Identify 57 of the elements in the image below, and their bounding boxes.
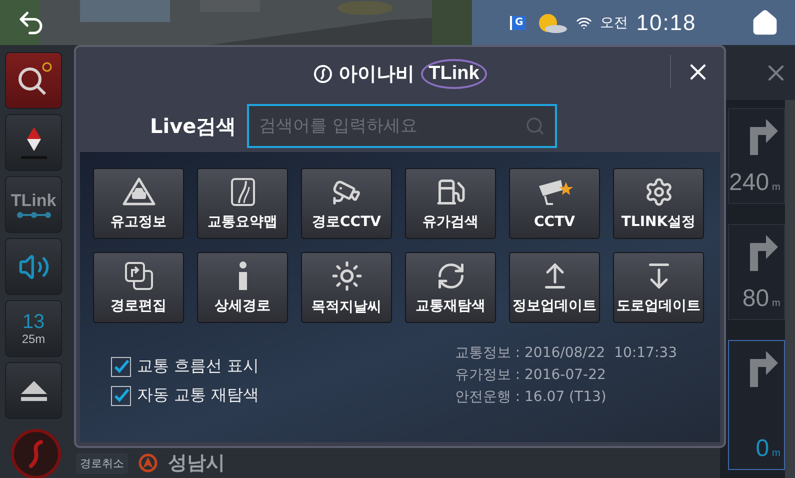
brand-name: 아이나비	[338, 62, 415, 86]
distance-unit: m	[772, 298, 780, 309]
distance-unit: m	[772, 448, 780, 459]
menu-button[interactable]: 목적지날씨	[301, 252, 392, 323]
checkbox[interactable]	[111, 386, 131, 406]
info-line: 안전운행 : 16.07 (T13)	[454, 388, 608, 406]
menu-button[interactable]: 경로CCTV	[301, 168, 392, 239]
fuel-pump-icon	[436, 176, 466, 206]
menu-button[interactable]: CCTV	[509, 168, 600, 239]
refresh-icon	[436, 260, 466, 290]
menu-button[interactable]: TLINK설정	[613, 168, 704, 239]
compass-icon	[18, 124, 48, 160]
dots-icon	[16, 210, 52, 218]
sun-icon	[330, 260, 362, 292]
search-icon	[525, 116, 546, 136]
wifi-icon	[576, 14, 592, 30]
search-field[interactable]: 검색어를 입력하세요	[247, 104, 558, 148]
distance-button[interactable]: 13 25m	[5, 300, 62, 357]
distance-value: 80	[742, 285, 770, 313]
menu-button[interactable]: 교통요약맵	[197, 168, 288, 239]
menu-button[interactable]: 도로업데이트	[613, 252, 704, 323]
route-edit-icon	[124, 260, 154, 290]
product-name: TLink	[420, 58, 488, 88]
car-warning-icon	[122, 176, 156, 206]
menu-button[interactable]: 유고정보	[93, 168, 184, 239]
menu-button[interactable]: 교통재탐색	[405, 252, 496, 323]
compass-button[interactable]	[5, 114, 62, 171]
checkbox[interactable]	[111, 356, 131, 376]
cancel-route-label[interactable]: 경로취소	[76, 452, 128, 474]
option-label: 교통 흐름선 표시	[137, 356, 260, 377]
menu-button[interactable]: 정보업데이트	[509, 252, 600, 323]
volume-button[interactable]	[5, 238, 62, 295]
info-line: 유가정보 : 2016-07-22	[454, 366, 607, 384]
road-map-icon	[230, 176, 256, 206]
direction-icon	[138, 453, 158, 473]
menu-button[interactable]: 상세경로	[197, 252, 288, 323]
eject-button[interactable]	[5, 362, 62, 419]
app-logo-button[interactable]	[11, 429, 61, 478]
option-label: 자동 교통 재탐색	[137, 385, 260, 406]
distance-unit: m	[772, 182, 780, 193]
info-line: 교통정보 : 2016/08/22 10:17:33	[454, 344, 677, 362]
cctv-star-icon	[536, 178, 572, 208]
eject-icon	[18, 378, 48, 402]
search-button[interactable]	[5, 52, 62, 109]
menu-button[interactable]: 경로편집	[93, 252, 184, 323]
place-name: 성남시	[168, 451, 225, 476]
search-label: Live검색	[150, 112, 236, 140]
distance-value: 0	[756, 435, 770, 463]
distance-value: 240	[729, 169, 770, 197]
settings-icon	[644, 176, 674, 206]
clock-time: 10:18	[636, 10, 696, 36]
am-pm-label: 오전	[600, 14, 628, 32]
home-icon	[751, 8, 779, 36]
tlink-button[interactable]: TLink	[5, 176, 62, 233]
logo-icon	[312, 64, 333, 84]
gps-flag: G	[510, 16, 526, 30]
menu-button[interactable]: 유가검색	[405, 168, 496, 239]
